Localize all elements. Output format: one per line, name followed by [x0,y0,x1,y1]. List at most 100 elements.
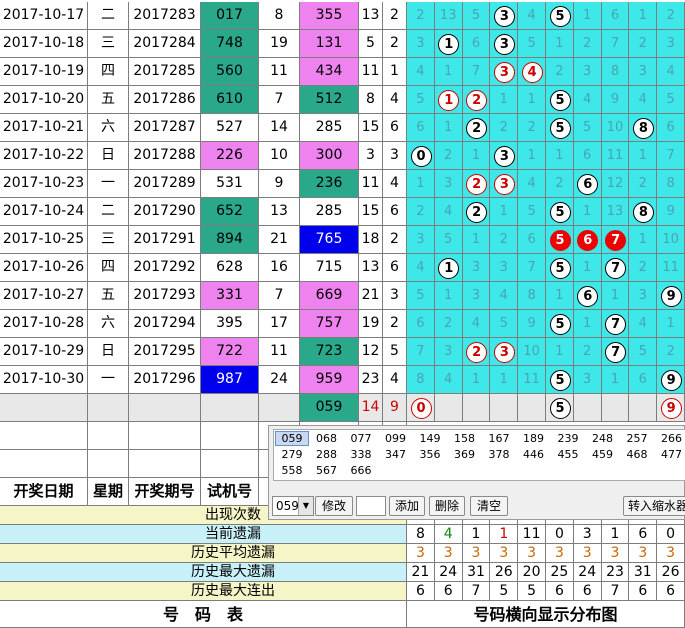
number-ball: 5 [550,202,571,223]
number-ball: 2 [466,90,487,111]
number-combo[interactable]: 059 ▼ [272,496,314,516]
dist-cell: 1 [490,366,518,394]
dist-cell: 1 [657,310,685,338]
dist-cell: 1 [435,58,463,86]
cell-trial-sum: 19 [259,30,300,58]
cell-draw: 757 [300,310,359,338]
clear-button[interactable]: 清空 [470,496,508,516]
cell-sum: 19 [359,310,383,338]
stat-value: 0 [546,525,574,544]
header-cell-period: 开奖期号 [129,478,201,506]
number-list-item[interactable]: 558 [275,463,309,478]
cell-weekday: 日 [88,142,129,170]
cell-trial-sum: 11 [259,338,300,366]
cell-date: 2017-10-22 [0,142,88,170]
stat-value: 3 [546,544,574,563]
number-ball: 8 [633,118,654,139]
stat-label: 历史最大遗漏 [0,563,407,582]
cell-span: 3 [383,142,407,170]
cell-draw: 236 [300,170,359,198]
cell-span: 6 [383,114,407,142]
cell-draw: 285 [300,198,359,226]
number-list-item[interactable]: 477 [655,447,685,462]
number-list-item[interactable]: 378 [482,447,516,462]
dist-cell: 1 [546,30,574,58]
dist-cell: 11 [657,254,685,282]
dist-cell: 1 [407,170,435,198]
stat-value: 3 [435,544,463,563]
number-list-item[interactable]: 158 [448,431,482,446]
modify-button[interactable]: 修改 [315,496,353,516]
number-list-item[interactable]: 459 [586,447,620,462]
number-list-item[interactable]: 099 [379,431,413,446]
cell-trial: 610 [201,86,259,114]
number-list-item[interactable]: 077 [344,431,378,446]
cell-weekday: 二 [88,2,129,30]
cell-sum: 5 [359,30,383,58]
cell-span: 2 [383,226,407,254]
dist-cell: 1 [574,254,602,282]
number-list-item[interactable]: 257 [620,431,654,446]
number-ball: 7 [605,230,626,251]
number-list[interactable]: 059068077099149158167189239248257266 2792… [273,429,685,481]
stat-value: 1 [490,525,518,544]
dist-cell: 1 [574,198,602,226]
dist-cell: 11 [518,366,546,394]
cell-trial: 560 [201,58,259,86]
dist-cell: 8 [407,366,435,394]
number-list-item[interactable]: 059 [275,431,309,446]
number-list-item[interactable]: 248 [586,431,620,446]
dist-cell: 5 [629,338,657,366]
number-list-item[interactable]: 279 [275,447,309,462]
chevron-down-icon[interactable]: ▼ [298,497,313,515]
dist-cell: 1 [629,142,657,170]
number-input[interactable] [356,496,386,516]
dist-cell: 8 [657,170,685,198]
dist-cell: 7 [463,58,491,86]
stat-value: 23 [602,563,630,582]
dist-cell: 4 [490,282,518,310]
dist-cell: 3 [435,338,463,366]
number-list-item[interactable]: 288 [310,447,344,462]
number-list-item[interactable]: 068 [310,431,344,446]
number-list-item[interactable]: 266 [655,431,685,446]
cell-span: 6 [383,254,407,282]
number-list-item[interactable]: 239 [551,431,585,446]
dist-cell: 2 [546,170,574,198]
number-list-item[interactable]: 567 [310,463,344,478]
pending-dist-cell [629,394,657,422]
cell-period: 2017293 [129,282,201,310]
cell-sum: 11 [359,170,383,198]
dist-cell: 1 [546,142,574,170]
cell-sum: 12 [359,338,383,366]
number-list-item[interactable]: 446 [517,447,551,462]
cell-draw: 765 [300,226,359,254]
number-list-item[interactable]: 369 [448,447,482,462]
number-list-item[interactable]: 455 [551,447,585,462]
cell-trial-sum: 16 [259,254,300,282]
dist-cell: 3 [657,30,685,58]
number-list-item[interactable]: 189 [517,431,551,446]
number-ball: 6 [577,230,598,251]
stat-value: 26 [657,563,685,582]
number-list-item[interactable]: 347 [379,447,413,462]
stat-value: 3 [602,544,630,563]
cell-span: 2 [383,30,407,58]
number-list-item[interactable]: 356 [413,447,447,462]
delete-button[interactable]: 删除 [429,496,465,516]
number-list-item[interactable]: 149 [413,431,447,446]
number-ball: 6 [577,286,598,307]
dist-cell: 1 [546,338,574,366]
number-list-item[interactable]: 338 [344,447,378,462]
cell-weekday: 三 [88,226,129,254]
number-list-item[interactable]: 167 [482,431,516,446]
number-list-item[interactable]: 468 [620,447,654,462]
stat-label: 历史平均遗漏 [0,544,407,563]
add-button[interactable]: 添加 [389,496,425,516]
stat-value: 6 [574,582,602,601]
header-cell-trial: 试机号 [201,478,259,506]
dist-cell: 3 [463,254,491,282]
cell-period: 2017290 [129,198,201,226]
number-list-item[interactable]: 666 [344,463,378,478]
import-to-reducer-button[interactable]: 转入缩水器 [623,496,685,516]
